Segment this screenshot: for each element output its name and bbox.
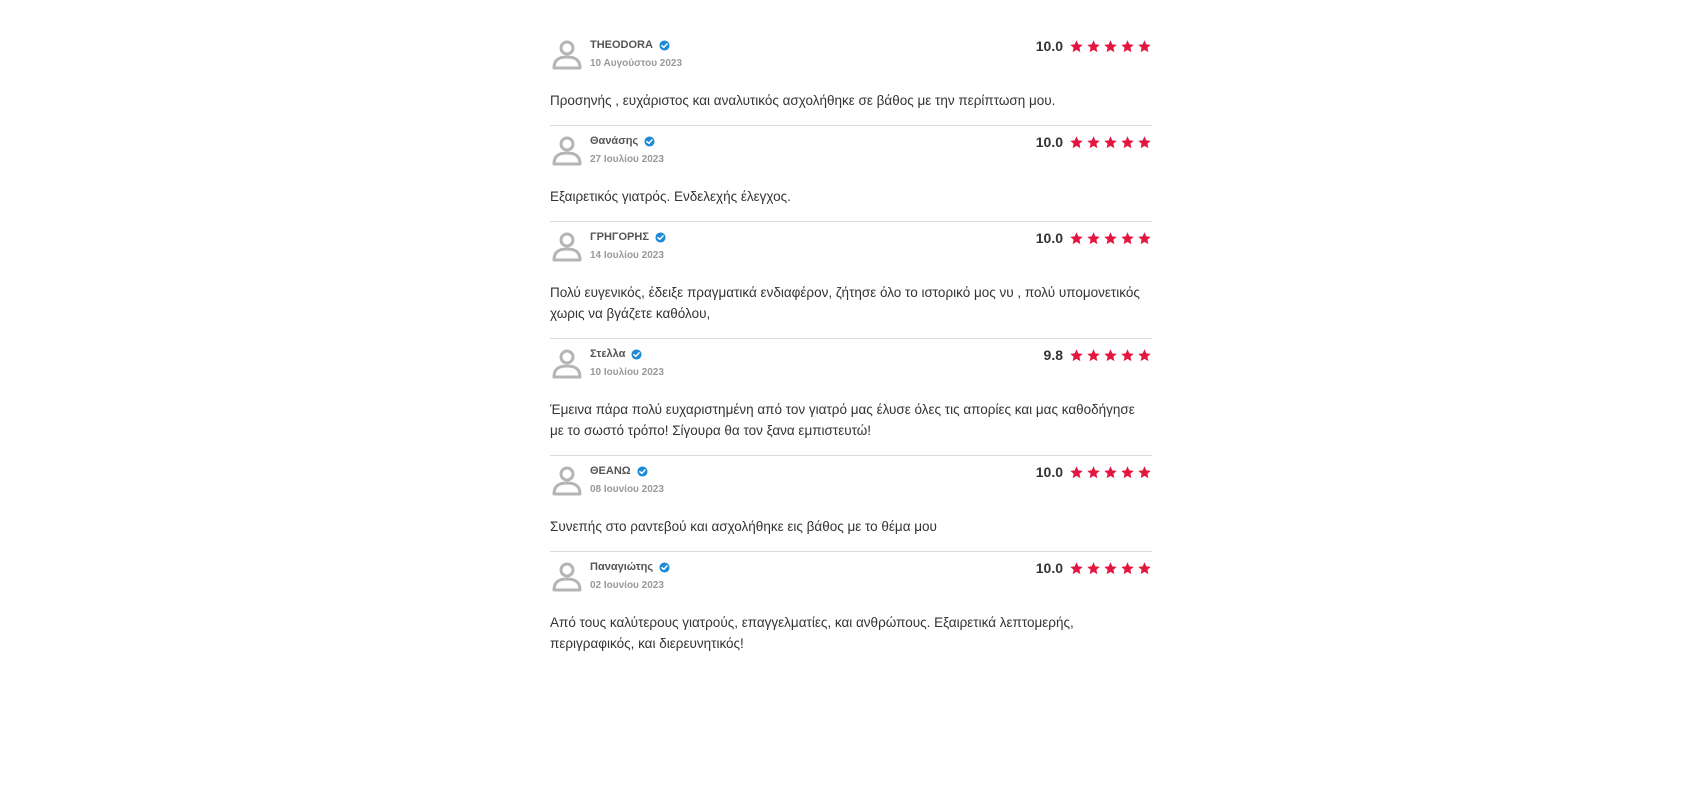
author-name: Παναγιώτης — [590, 561, 654, 573]
review-item: ΘΕΑΝΩ 08 Ιουνίου 2023 10.0 Συνεπής στο ρ… — [550, 456, 1152, 552]
review-rating: 10.0 — [1036, 560, 1152, 576]
star-icon — [1137, 135, 1152, 150]
verified-check-icon — [637, 465, 648, 477]
verified-check-icon — [659, 561, 670, 573]
review-item: THEODORA 10 Αυγούστου 2023 10.0 Προσηνής… — [550, 30, 1152, 126]
review-rating: 10.0 — [1036, 230, 1152, 246]
review-date: 10 Ιουλίου 2023 — [590, 367, 664, 378]
star-icon — [1086, 348, 1101, 363]
author-name: THEODORA — [590, 39, 653, 51]
author-name: Στελλα — [590, 348, 626, 360]
star-rating — [1069, 231, 1152, 246]
review-header: THEODORA 10 Αυγούστου 2023 10.0 — [550, 30, 1152, 90]
review-text: Έμεινα πάρα πολύ ευχαριστημένη από τον γ… — [550, 402, 1135, 438]
user-avatar-icon — [550, 347, 584, 381]
star-icon — [1086, 135, 1101, 150]
review-author: ΓΡΗΓΟΡΗΣ — [590, 231, 666, 243]
rating-score: 10.0 — [1035, 230, 1063, 246]
review-author: Στελλα — [590, 348, 642, 360]
star-rating — [1069, 561, 1152, 576]
star-icon — [1137, 231, 1152, 246]
review-text: Συνεπής στο ραντεβού και ασχολήθηκε εις … — [550, 519, 937, 534]
rating-score: 9.8 — [1043, 347, 1063, 363]
star-icon — [1103, 465, 1118, 480]
rating-score: 10.0 — [1035, 560, 1063, 576]
verified-check-icon — [644, 135, 655, 147]
star-icon — [1137, 465, 1152, 480]
star-icon — [1137, 39, 1152, 54]
verified-check-icon — [655, 231, 666, 243]
review-author: Θανάσης — [590, 135, 655, 147]
review-author: ΘΕΑΝΩ — [590, 465, 648, 477]
user-avatar-icon — [550, 464, 584, 498]
verified-check-icon — [631, 348, 642, 360]
star-icon — [1137, 348, 1152, 363]
reviews-list: THEODORA 10 Αυγούστου 2023 10.0 Προσηνής… — [550, 30, 1152, 668]
review-text: Προσηνής , ευχάριστος και αναλυτικός ασχ… — [550, 93, 1056, 108]
review-text: Από τους καλύτερους γιατρούς, επαγγελματ… — [550, 615, 1074, 651]
author-name: ΘΕΑΝΩ — [590, 465, 631, 477]
review-author: THEODORA — [590, 39, 670, 51]
review-rating: 10.0 — [1036, 38, 1152, 54]
star-icon — [1120, 231, 1135, 246]
rating-score: 10.0 — [1035, 38, 1063, 54]
review-header: Θανάσης 27 Ιουλίου 2023 10.0 — [550, 126, 1152, 186]
star-icon — [1120, 561, 1135, 576]
review-rating: 9.8 — [1044, 347, 1152, 363]
review-header: Παναγιώτης 02 Ιουνίου 2023 10.0 — [550, 552, 1152, 612]
star-icon — [1086, 39, 1101, 54]
user-avatar-icon — [550, 230, 584, 264]
user-avatar-icon — [550, 134, 584, 168]
star-icon — [1069, 39, 1084, 54]
review-date: 10 Αυγούστου 2023 — [590, 58, 683, 69]
rating-score: 10.0 — [1035, 464, 1063, 480]
review-date: 08 Ιουνίου 2023 — [590, 484, 664, 495]
star-icon — [1103, 561, 1118, 576]
star-icon — [1086, 231, 1101, 246]
star-icon — [1120, 39, 1135, 54]
star-icon — [1120, 465, 1135, 480]
star-rating — [1069, 348, 1152, 363]
author-name: ΓΡΗΓΟΡΗΣ — [590, 231, 649, 243]
review-text: Πολύ ευγενικός, έδειξε πραγματικά ενδιαφ… — [550, 285, 1140, 321]
author-name: Θανάσης — [590, 135, 639, 147]
star-icon — [1086, 465, 1101, 480]
review-header: ΘΕΑΝΩ 08 Ιουνίου 2023 10.0 — [550, 456, 1152, 516]
star-icon — [1069, 465, 1084, 480]
review-author: Παναγιώτης — [590, 561, 670, 573]
review-item: Παναγιώτης 02 Ιουνίου 2023 10.0 Από τους… — [550, 552, 1152, 668]
star-rating — [1069, 465, 1152, 480]
review-header: ΓΡΗΓΟΡΗΣ 14 Ιουλίου 2023 10.0 — [550, 222, 1152, 282]
star-icon — [1086, 561, 1101, 576]
rating-score: 10.0 — [1035, 134, 1063, 150]
star-icon — [1103, 135, 1118, 150]
star-icon — [1120, 135, 1135, 150]
star-icon — [1103, 39, 1118, 54]
review-date: 14 Ιουλίου 2023 — [590, 250, 664, 261]
star-icon — [1069, 231, 1084, 246]
star-icon — [1103, 231, 1118, 246]
user-avatar-icon — [550, 560, 584, 594]
star-icon — [1069, 561, 1084, 576]
review-text: Εξαιρετικός γιατρός. Ενδελεχής έλεγχος. — [550, 189, 791, 204]
review-item: ΓΡΗΓΟΡΗΣ 14 Ιουλίου 2023 10.0 Πολύ ευγεν… — [550, 222, 1152, 339]
star-icon — [1120, 348, 1135, 363]
user-avatar-icon — [550, 38, 584, 72]
review-date: 27 Ιουλίου 2023 — [590, 154, 664, 165]
star-icon — [1069, 348, 1084, 363]
star-icon — [1137, 561, 1152, 576]
review-item: Θανάσης 27 Ιουλίου 2023 10.0 Εξαιρετικός… — [550, 126, 1152, 222]
verified-check-icon — [659, 39, 670, 51]
star-rating — [1069, 135, 1152, 150]
review-rating: 10.0 — [1036, 134, 1152, 150]
review-rating: 10.0 — [1036, 464, 1152, 480]
star-icon — [1069, 135, 1084, 150]
review-header: Στελλα 10 Ιουλίου 2023 9.8 — [550, 339, 1152, 399]
star-rating — [1069, 39, 1152, 54]
review-item: Στελλα 10 Ιουλίου 2023 9.8 Έμεινα πάρα π… — [550, 339, 1152, 456]
star-icon — [1103, 348, 1118, 363]
review-date: 02 Ιουνίου 2023 — [590, 580, 664, 591]
